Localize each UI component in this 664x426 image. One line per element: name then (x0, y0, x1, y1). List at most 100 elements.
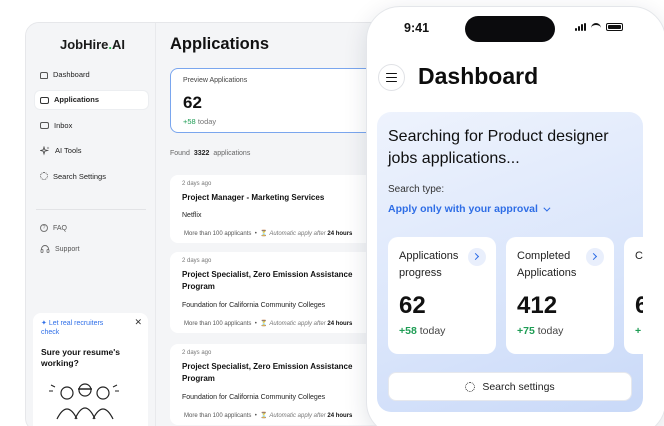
stat-delta-suffix: today (537, 325, 564, 337)
recruiters-check-link[interactable]: ✦ Let real recruiters check (41, 319, 121, 337)
hourglass-icon: ⏳ (260, 321, 268, 327)
search-settings-button[interactable]: Search settings (388, 372, 632, 401)
found-prefix: Found (170, 150, 190, 157)
dynamic-island (465, 16, 555, 42)
job-date: 2 days ago (182, 350, 212, 356)
hamburger-icon (386, 72, 397, 75)
job-title: Project Manager - Marketing Services (182, 193, 325, 202)
job-applicants: More than 100 applicants (184, 231, 252, 237)
job-meta: More than 100 applicants • ⏳ Automatic a… (184, 321, 353, 327)
preview-delta-suffix: today (197, 117, 217, 126)
sidebar-item-label: FAQ (53, 224, 68, 232)
page-title: Applications (170, 35, 270, 53)
sidebar-item-applications[interactable]: Applications (35, 90, 148, 109)
sidebar-item-search-settings[interactable]: Search Settings (35, 167, 148, 185)
job-applicants: More than 100 applicants (184, 413, 252, 419)
completed-applications-card[interactable]: Completed Applications 412 +75 today (506, 237, 614, 354)
wifi-icon (591, 23, 601, 31)
chevron-right-icon[interactable] (586, 248, 604, 266)
logo[interactable]: JobHire.AI (60, 37, 125, 52)
sidebar-secondary-nav: ? FAQ Support (35, 219, 148, 261)
sidebar-item-support[interactable]: Support (35, 240, 148, 258)
job-hours: 24 hours (327, 321, 353, 327)
preview-delta: +58 today (183, 117, 216, 126)
preview-label: Preview Applications (183, 77, 248, 84)
job-applicants: More than 100 applicants (184, 321, 252, 327)
job-title: Project Specialist, Zero Emission Assist… (182, 270, 353, 291)
preview-applications-card[interactable]: Preview Applications 62 +58 today (170, 68, 390, 133)
job-meta: More than 100 applicants • ⏳ Automatic a… (184, 413, 353, 419)
stat-label: C (635, 250, 643, 262)
resume-check-promo: ✦ Let real recruiters check ✕ Sure your … (33, 313, 148, 426)
gear-icon (40, 172, 48, 180)
job-auto-apply: Automatic apply after (269, 231, 326, 237)
job-company: Foundation for California Community Coll… (182, 394, 326, 401)
job-meta: More than 100 applicants • ⏳ Automatic a… (184, 231, 353, 237)
phone-screen: 9:41 Dashboard Searching for Product des… (366, 6, 664, 426)
stat-delta-value: +75 (517, 325, 535, 337)
sidebar: JobHire.AI Dashboard Applications Inbox (26, 23, 156, 426)
stat-delta-suffix: today (419, 325, 446, 337)
status-time: 9:41 (404, 21, 430, 35)
recruiters-illustration (45, 379, 125, 426)
home-icon (40, 71, 48, 79)
sparkle-icon (38, 145, 50, 156)
promo-title: Sure your resume's working? (41, 347, 121, 368)
sidebar-item-label: Support (55, 245, 80, 253)
chevron-right-icon[interactable] (468, 248, 486, 266)
dashboard-title: Dashboard (418, 63, 539, 89)
logo-main: JobHire (60, 37, 109, 52)
job-auto-apply: Automatic apply after (269, 413, 326, 419)
job-date: 2 days ago (182, 181, 212, 187)
signal-icon (575, 23, 586, 31)
stat-label: Applications progress (399, 250, 459, 279)
promo-link-text: Let real recruiters check (41, 320, 104, 336)
inbox-icon (40, 122, 49, 129)
job-company: Foundation for California Community Coll… (182, 302, 326, 309)
chevron-down-icon (543, 204, 551, 212)
sidebar-item-label: Applications (54, 95, 100, 104)
stat-delta-value: + (635, 325, 642, 337)
question-icon: ? (40, 224, 48, 232)
logo-suffix: AI (112, 37, 126, 52)
job-date: 2 days ago (182, 258, 212, 264)
sidebar-item-inbox[interactable]: Inbox (35, 116, 148, 134)
job-hours: 24 hours (327, 413, 353, 419)
job-auto-apply: Automatic apply after (269, 321, 326, 327)
search-type-label: Search type: (388, 184, 445, 195)
found-suffix: applications (213, 150, 251, 157)
sidebar-item-ai-tools[interactable]: AI Tools (35, 142, 148, 160)
job-hours: 24 hours (327, 231, 353, 237)
job-title: Project Specialist, Zero Emission Assist… (182, 362, 353, 383)
preview-delta-value: +58 (183, 117, 196, 126)
sidebar-item-label: AI Tools (55, 146, 82, 155)
sidebar-item-label: Search Settings (53, 171, 106, 181)
hourglass-icon: ⏳ (260, 231, 268, 237)
search-type-value: Apply only with your approval (388, 203, 538, 215)
close-icon[interactable]: ✕ (134, 317, 142, 328)
search-status-panel: Searching for Product designer jobs appl… (377, 112, 643, 412)
hourglass-icon: ⏳ (260, 413, 268, 419)
menu-button[interactable] (378, 64, 405, 91)
battery-icon (606, 23, 623, 31)
stage: JobHire.AI Dashboard Applications Inbox (0, 0, 664, 426)
found-number: 3322 (193, 150, 210, 157)
search-settings-label: Search settings (482, 380, 555, 393)
stat-label: Completed Applications (517, 250, 577, 279)
stat-value: 412 (517, 292, 558, 319)
sidebar-nav: Dashboard Applications Inbox AI Tools Se… (35, 65, 148, 193)
preview-value: 62 (183, 93, 202, 112)
stat-delta: +58 today (399, 325, 445, 337)
partial-stat-card[interactable]: C 6 + (624, 237, 643, 354)
stat-value: 62 (399, 292, 426, 319)
applications-progress-card[interactable]: Applications progress 62 +58 today (388, 237, 496, 354)
searching-heading: Searching for Product designer jobs appl… (388, 128, 609, 167)
sidebar-item-dashboard[interactable]: Dashboard (35, 65, 148, 83)
sidebar-item-label: Inbox (54, 120, 73, 130)
search-type-dropdown[interactable]: Apply only with your approval (388, 203, 551, 215)
headset-icon (40, 244, 50, 254)
sidebar-divider (36, 209, 146, 210)
sidebar-item-label: Dashboard (53, 69, 90, 79)
stat-delta: + (635, 325, 641, 337)
sidebar-item-faq[interactable]: ? FAQ (35, 219, 148, 237)
